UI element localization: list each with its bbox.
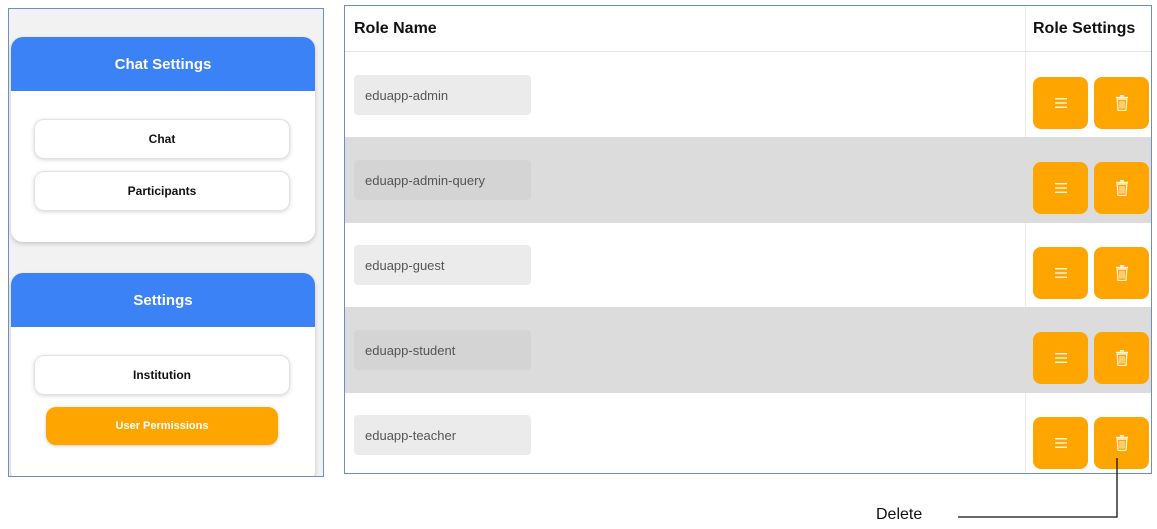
menu-icon (1054, 183, 1067, 193)
delete-role-button[interactable] (1094, 417, 1149, 469)
role-name-field[interactable]: eduapp-teacher (354, 415, 531, 455)
trash-icon (1115, 265, 1128, 281)
chat-settings-header: Chat Settings (11, 37, 315, 91)
delete-callout-label: Delete (876, 506, 923, 523)
settings-sidebar: Chat Settings Chat Participants Settings… (8, 8, 324, 477)
menu-icon (1054, 268, 1067, 278)
user-permissions-button[interactable]: User Permissions (46, 407, 278, 445)
chat-settings-card: Chat Settings Chat Participants (11, 37, 315, 242)
institution-button[interactable]: Institution (34, 355, 290, 395)
table-row: eduapp-student (345, 307, 1151, 393)
delete-role-button[interactable] (1094, 162, 1149, 214)
participants-button[interactable]: Participants (34, 171, 290, 211)
table-row: eduapp-teacher (345, 392, 1151, 473)
menu-icon (1054, 438, 1067, 448)
trash-icon (1115, 350, 1128, 366)
role-settings-button[interactable] (1033, 332, 1088, 384)
table-row: eduapp-admin-query (345, 137, 1151, 223)
chat-button[interactable]: Chat (34, 119, 290, 159)
menu-icon (1054, 98, 1067, 108)
role-name-field[interactable]: eduapp-admin (354, 75, 531, 115)
roles-table: Role Name Role Settings eduapp-admin edu… (344, 5, 1152, 474)
delete-role-button[interactable] (1094, 247, 1149, 299)
role-name-field[interactable]: eduapp-student (354, 330, 531, 370)
role-settings-button[interactable] (1033, 417, 1088, 469)
trash-icon (1115, 180, 1128, 196)
role-settings-button[interactable] (1033, 247, 1088, 299)
role-name-header: Role Name (354, 20, 437, 37)
menu-icon (1054, 353, 1067, 363)
table-row: eduapp-guest (345, 222, 1151, 308)
role-settings-button[interactable] (1033, 162, 1088, 214)
settings-header: Settings (11, 273, 315, 327)
delete-role-button[interactable] (1094, 332, 1149, 384)
settings-card: Settings Institution User Permissions (11, 273, 315, 476)
role-settings-button[interactable] (1033, 77, 1088, 129)
trash-icon (1115, 435, 1128, 451)
role-name-field[interactable]: eduapp-admin-query (354, 160, 531, 200)
role-settings-header: Role Settings (1033, 20, 1136, 37)
role-name-field[interactable]: eduapp-guest (354, 245, 531, 285)
table-row: eduapp-admin (345, 52, 1151, 138)
trash-icon (1115, 95, 1128, 111)
table-header: Role Name Role Settings (345, 6, 1151, 52)
delete-role-button[interactable] (1094, 77, 1149, 129)
